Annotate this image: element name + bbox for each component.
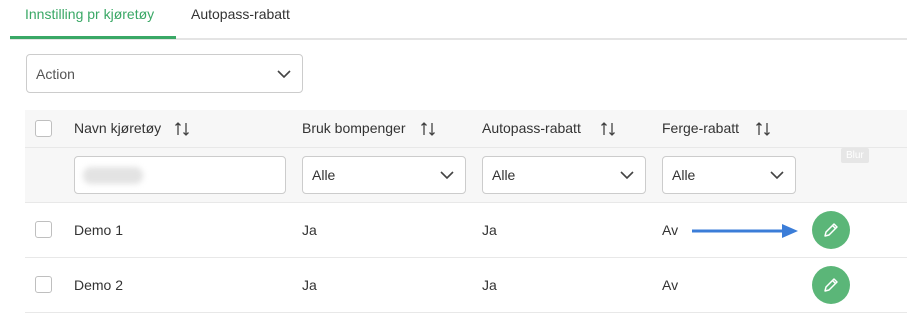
ferge-rabatt-filter[interactable]: Alle [662, 156, 796, 194]
row-checkbox[interactable] [35, 221, 52, 238]
sort-arrows-icon[interactable] [755, 121, 771, 137]
tab-bar: Innstilling pr kjøretøy Autopass-rabatt [10, 0, 907, 40]
sort-arrows-icon[interactable] [420, 121, 436, 137]
tab-autopass-rabatt[interactable]: Autopass-rabatt [191, 6, 290, 22]
action-select[interactable]: Action [26, 54, 303, 93]
ferge-rabatt-value: Av [662, 277, 679, 293]
name-filter-input[interactable] [74, 156, 286, 194]
bruk-bompenger-filter-value: Alle [312, 167, 336, 183]
table-header: Navn kjøretøy Bruk bompenger Autopass-ra… [25, 110, 907, 148]
action-select-value: Action [36, 65, 75, 82]
row-checkbox[interactable] [35, 276, 52, 293]
chevron-down-icon [620, 171, 634, 179]
autopass-rabatt-value: Ja [482, 222, 497, 238]
edit-button[interactable] [812, 211, 850, 249]
annotation-arrow [692, 224, 798, 238]
column-header-bruk-bompenger: Bruk bompenger [302, 120, 406, 136]
bruk-bompenger-value: Ja [302, 277, 317, 293]
filter-row: Alle Alle Alle Blur [25, 148, 907, 203]
chevron-down-icon [440, 171, 454, 179]
edit-button[interactable] [812, 266, 850, 304]
bruk-bompenger-value: Ja [302, 222, 317, 238]
pencil-icon [824, 223, 838, 237]
blur-badge: Blur [841, 148, 869, 163]
column-header-navn-kjoretoy: Navn kjøretøy [74, 120, 162, 136]
vehicle-name: Demo 1 [74, 222, 124, 238]
table-row: Demo 2 Ja Ja Av [25, 258, 907, 313]
autopass-rabatt-filter[interactable]: Alle [482, 156, 646, 194]
pencil-icon [824, 278, 838, 292]
sort-arrows-icon[interactable] [600, 121, 616, 137]
vehicle-name: Demo 2 [74, 277, 124, 293]
column-header-ferge-rabatt: Ferge-rabatt [662, 120, 740, 136]
select-all-checkbox[interactable] [35, 120, 52, 137]
autopass-rabatt-value: Ja [482, 277, 497, 293]
ferge-rabatt-value: Av [662, 222, 679, 238]
chevron-down-icon [770, 171, 784, 179]
autopass-rabatt-filter-value: Alle [492, 167, 516, 183]
chevron-down-icon [277, 69, 291, 78]
tab-innstilling-pr-kjoretoy[interactable]: Innstilling pr kjøretøy [25, 6, 154, 22]
sort-arrows-icon[interactable] [174, 121, 190, 137]
active-tab-indicator [10, 36, 176, 39]
ferge-rabatt-filter-value: Alle [672, 167, 696, 183]
column-header-autopass-rabatt: Autopass-rabatt [482, 120, 581, 136]
blurred-text [83, 167, 143, 184]
bruk-bompenger-filter[interactable]: Alle [302, 156, 466, 194]
